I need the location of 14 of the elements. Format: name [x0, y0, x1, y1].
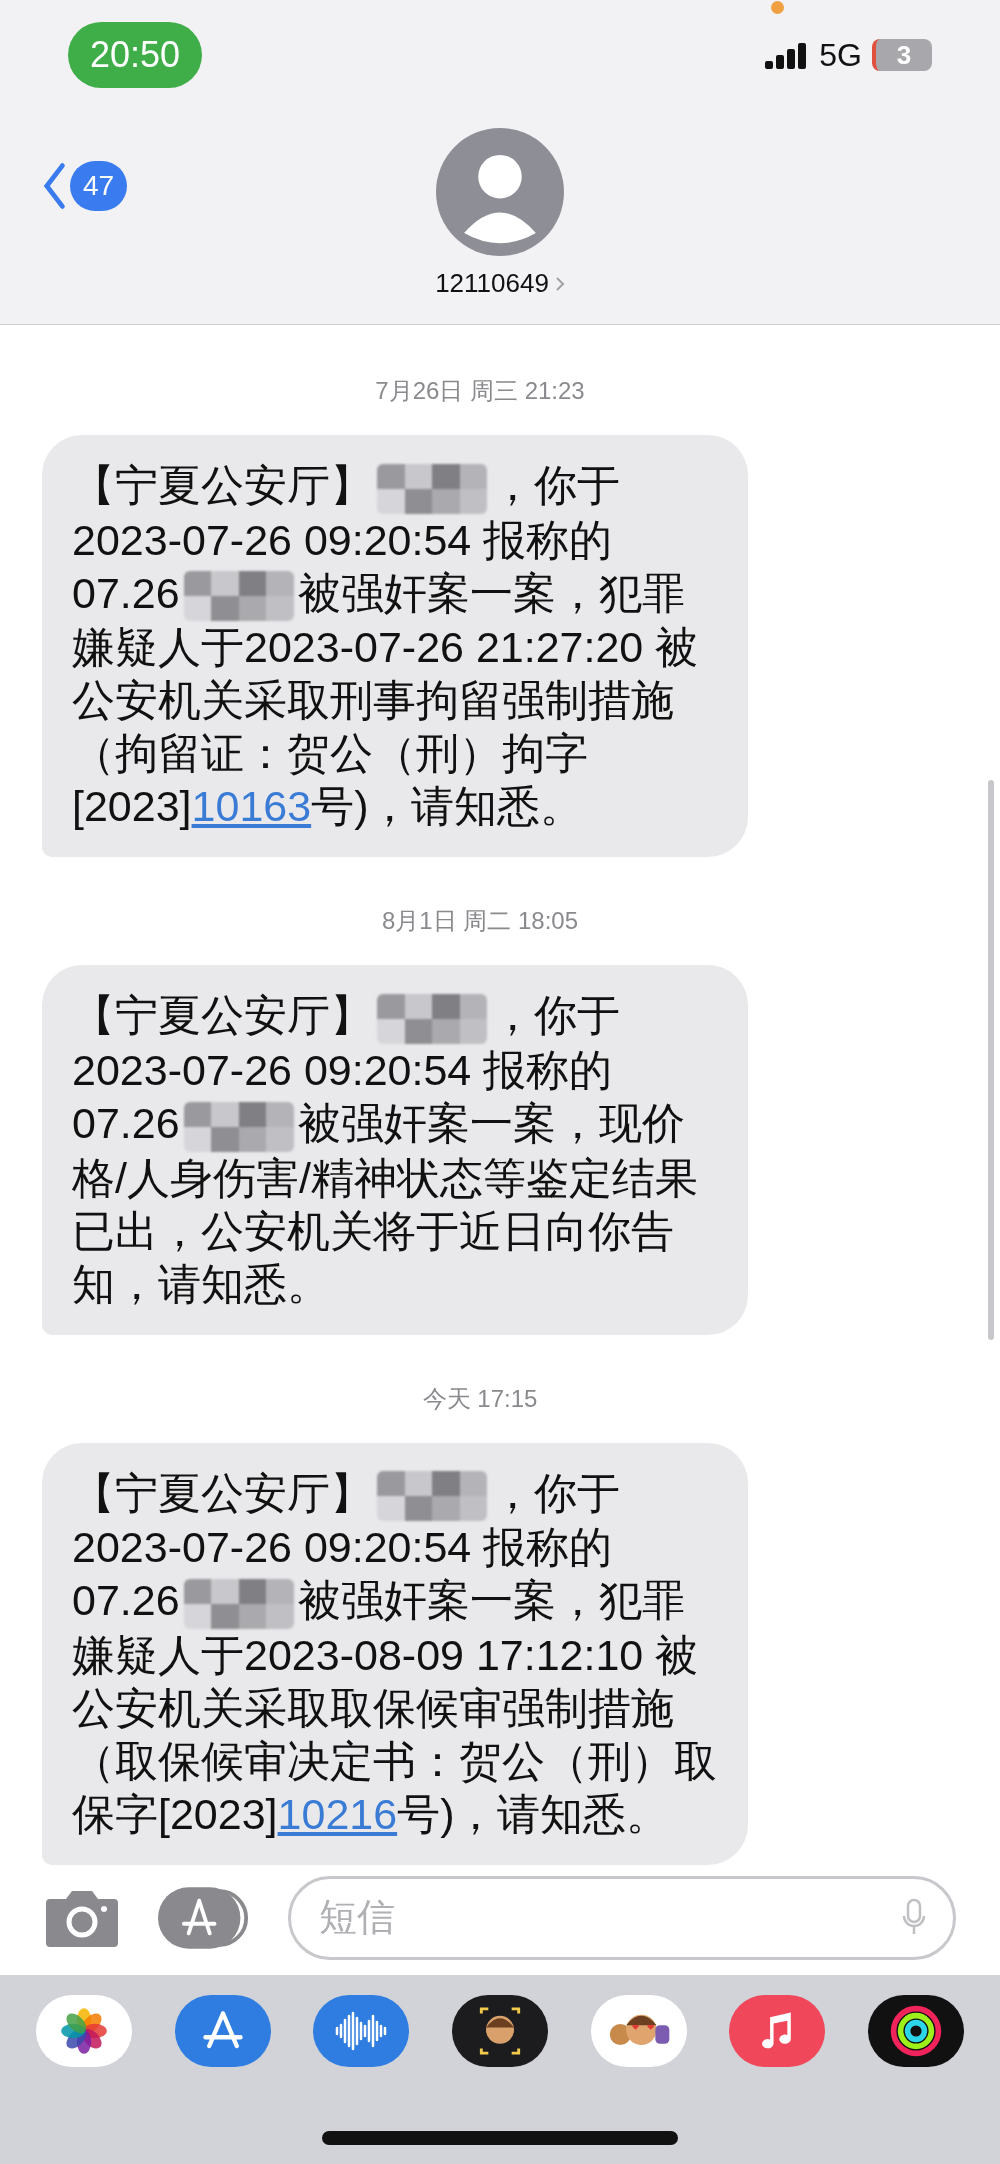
message-timestamp: 8月1日 周二 18:05: [381, 906, 579, 937]
number-link[interactable]: 10216: [277, 1789, 398, 1838]
unread-count-badge[interactable]: 47: [70, 161, 128, 211]
message-text: 【宁夏公安厅】 ，你于2023-07-26 09:20:54 报称的07.26 被强奸案一案，现价格/人身伤害/精神状态等鉴定结果已出，公安机关将于近日向你告知，请知悉。: [72, 990, 699, 1310]
message-text: 【宁夏公安厅】 ，你于2023-07-26 09:20:54 报称的07.26 被强奸案一案，犯罪嫌疑人于2023-07-26 21:27:20 被公安机关采取刑事拘留强制措施（拘留证：贺公（刑）拘字[2023]10163号)，请知悉。: [72, 460, 700, 833]
battery-icon: 3: [872, 39, 932, 71]
network-label: 5G: [819, 36, 862, 75]
message-text: 【宁夏公安厅】 ，你于2023-07-26 09:20:54 报称的07.26 被强奸案一案，犯罪嫌疑人于2023-08-09 17:12:10 被公安机关采取取保候审强制措施（取保候审决定书：贺公（刑）取保字[2023]10216号)，请知悉。: [72, 1467, 718, 1840]
message-timestamp: 7月26日 周三 21:23: [375, 376, 585, 406]
message-timestamp: 今天 17:15: [422, 1383, 538, 1414]
message-input[interactable]: 短信: [288, 1875, 956, 1960]
status-time: 20:50: [68, 22, 203, 88]
number-link[interactable]: 10163: [191, 782, 312, 831]
contact-number[interactable]: 12110649: [435, 264, 549, 303]
